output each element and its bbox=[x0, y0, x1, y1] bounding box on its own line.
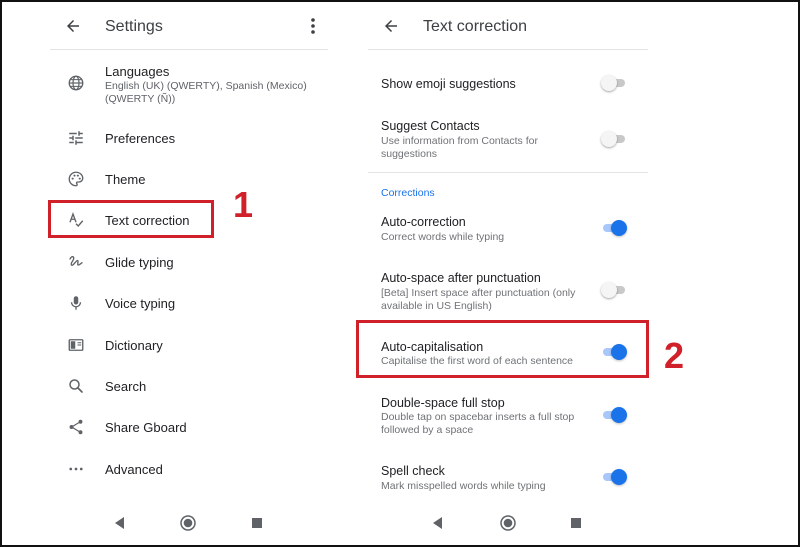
setting-title: Spell check bbox=[381, 464, 445, 478]
setting-description: Double tap on spacebar inserts a full st… bbox=[381, 411, 575, 436]
back-arrow-icon[interactable] bbox=[64, 17, 82, 35]
share-icon bbox=[69, 419, 83, 435]
globe-icon bbox=[68, 75, 84, 91]
nav-home-icon[interactable] bbox=[180, 515, 196, 531]
gesture-icon bbox=[69, 255, 83, 266]
menu-item-advanced[interactable]: Advanced bbox=[50, 450, 328, 488]
system-nav-bar bbox=[368, 505, 648, 541]
menu-label-dictionary: Dictionary bbox=[105, 338, 163, 353]
setting-title: Auto-space after punctuation bbox=[381, 271, 541, 285]
settings-app-bar: Settings bbox=[50, 0, 328, 50]
section-divider bbox=[368, 172, 648, 173]
menu-label-voice-typing: Voice typing bbox=[105, 296, 176, 311]
setting-description: Mark misspelled words while typing bbox=[381, 480, 546, 492]
toggle-auto-space-after-punctuation[interactable] bbox=[601, 281, 627, 299]
more-vertical-icon[interactable] bbox=[310, 17, 316, 35]
back-arrow-icon[interactable] bbox=[382, 17, 400, 35]
page-title: Text correction bbox=[423, 18, 528, 35]
setting-title: Suggest Contacts bbox=[381, 119, 480, 133]
toggle-show-emoji-suggestions[interactable] bbox=[601, 74, 627, 92]
menu-item-dictionary[interactable]: Dictionary bbox=[50, 326, 328, 364]
nav-back-icon[interactable] bbox=[430, 515, 446, 531]
text-correction-app-bar: Text correction bbox=[368, 0, 648, 50]
palette-icon bbox=[68, 171, 84, 187]
page-title: Settings bbox=[105, 18, 163, 35]
section-header-corrections: Corrections bbox=[381, 187, 435, 199]
text-correction-screen: Text correction Show emoji suggestions S… bbox=[368, 0, 648, 547]
book-icon bbox=[68, 339, 84, 351]
menu-item-search[interactable]: Search bbox=[50, 367, 328, 405]
step-number-1: 1 bbox=[233, 184, 254, 225]
menu-label-share-gboard: Share Gboard bbox=[105, 420, 187, 435]
tune-icon bbox=[69, 131, 83, 145]
menu-label-search: Search bbox=[105, 379, 147, 394]
menu-label-preferences: Preferences bbox=[105, 131, 176, 146]
settings-screen: Settings Languages English (UK) (QWERTY)… bbox=[50, 0, 328, 547]
languages-summary: English (UK) (QWERTY), Spanish (Mexico) … bbox=[105, 80, 307, 105]
setting-description: [Beta] Insert space after punctuation (o… bbox=[381, 287, 576, 312]
toggle-auto-correction[interactable] bbox=[601, 219, 627, 237]
microphone-icon bbox=[70, 296, 82, 310]
highlight-box-auto-capitalisation bbox=[356, 320, 649, 378]
setting-description: Correct words while typing bbox=[381, 231, 505, 243]
nav-home-icon[interactable] bbox=[500, 515, 516, 531]
system-nav-bar bbox=[50, 505, 328, 541]
setting-title: Double-space full stop bbox=[381, 396, 505, 410]
nav-back-icon[interactable] bbox=[112, 515, 128, 531]
setting-title: Auto-correction bbox=[381, 215, 466, 229]
menu-label-glide-typing: Glide typing bbox=[105, 255, 174, 270]
menu-item-voice-typing[interactable]: Voice typing bbox=[50, 284, 328, 322]
menu-label-advanced: Advanced bbox=[105, 462, 163, 477]
search-icon bbox=[69, 379, 83, 393]
highlight-box-text-correction bbox=[48, 200, 214, 238]
menu-item-glide-typing[interactable]: Glide typing bbox=[50, 243, 328, 281]
menu-item-share-gboard[interactable]: Share Gboard bbox=[50, 408, 328, 446]
menu-item-preferences[interactable]: Preferences bbox=[50, 119, 328, 157]
nav-recents-icon[interactable] bbox=[568, 515, 584, 531]
menu-label-theme: Theme bbox=[105, 172, 146, 187]
languages-label: Languages bbox=[105, 64, 170, 79]
setting-title: Show emoji suggestions bbox=[381, 77, 516, 91]
step-number-2: 2 bbox=[664, 335, 685, 376]
menu-item-theme[interactable]: Theme bbox=[50, 160, 328, 198]
toggle-double-space-full-stop[interactable] bbox=[601, 406, 627, 424]
setting-description: Use information from Contacts for sugges… bbox=[381, 135, 538, 160]
toggle-suggest-contacts[interactable] bbox=[601, 130, 627, 148]
nav-recents-icon[interactable] bbox=[249, 515, 265, 531]
more-horizontal-icon bbox=[69, 467, 83, 471]
toggle-spell-check[interactable] bbox=[601, 468, 627, 486]
